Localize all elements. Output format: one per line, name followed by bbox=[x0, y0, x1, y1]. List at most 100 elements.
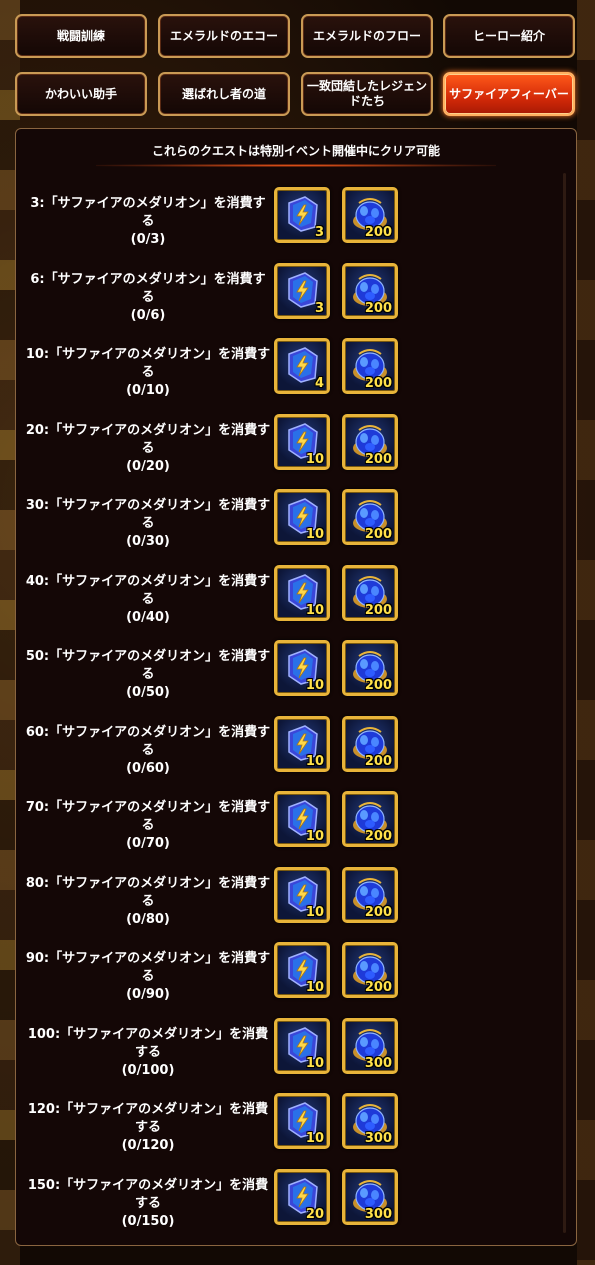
quest-description: 10:「サファイアのメダリオン」を消費する (0/10) bbox=[24, 346, 272, 400]
reward-medallion[interactable]: 10 bbox=[274, 715, 330, 772]
quest-title: 80:「サファイアのメダリオン」を消費する bbox=[25, 875, 271, 909]
reward-gem-pile[interactable]: 200 bbox=[342, 791, 398, 847]
reward-gem-pile[interactable]: 200 bbox=[342, 262, 398, 319]
reward-gem-pile[interactable]: 300 bbox=[342, 1168, 398, 1225]
reward-gem-pile[interactable]: 200 bbox=[342, 413, 398, 470]
reward-count: 200 bbox=[364, 753, 392, 769]
quest-progress: (0/80) bbox=[126, 911, 170, 927]
quest-progress: (0/20) bbox=[126, 458, 170, 474]
scrollbar[interactable] bbox=[563, 173, 566, 1233]
reward-medallion[interactable]: 10 bbox=[274, 942, 330, 998]
reward-count: 200 bbox=[364, 678, 392, 693]
reward-count: 200 bbox=[364, 602, 392, 618]
reward-gem-pile[interactable]: 300 bbox=[342, 1017, 398, 1074]
reward-count: 10 bbox=[305, 678, 324, 693]
reward-gem-pile[interactable]: 200 bbox=[342, 866, 398, 923]
quest-title: 90:「サファイアのメダリオン」を消費する bbox=[25, 951, 271, 984]
header-divider bbox=[96, 164, 496, 167]
tab-hero-intro[interactable]: ヒーロー紹介 bbox=[443, 14, 575, 58]
reward-medallion[interactable]: 10 bbox=[274, 866, 330, 923]
quest-row: 40:「サファイアのメダリオン」を消費する (0/40) 10 200 bbox=[16, 561, 556, 625]
reward-count: 200 bbox=[364, 300, 392, 316]
tab-emerald-echo[interactable]: エメラルドのエコー bbox=[158, 14, 290, 58]
tab-cute-assistant[interactable]: かわいい助手 bbox=[15, 72, 147, 116]
reward-count: 10 bbox=[305, 1055, 324, 1071]
reward-count: 3 bbox=[314, 225, 324, 240]
reward-gem-pile[interactable]: 200 bbox=[342, 640, 398, 696]
reward-count: 300 bbox=[364, 1055, 392, 1071]
quest-description: 70:「サファイアのメダリオン」を消費する (0/70) bbox=[24, 799, 272, 853]
tab-sapphire-fever[interactable]: サファイアフィーバー bbox=[443, 72, 575, 116]
tab-battle-training[interactable]: 戦闘訓練 bbox=[15, 14, 147, 58]
quest-row: 20:「サファイアのメダリオン」を消費する (0/20) 10 200 bbox=[16, 410, 556, 474]
quest-description: 80:「サファイアのメダリオン」を消費する (0/80) bbox=[24, 875, 272, 929]
reward-medallion[interactable]: 4 bbox=[274, 338, 330, 394]
quest-progress: (0/90) bbox=[126, 987, 170, 1002]
reward-count: 200 bbox=[364, 904, 392, 920]
tab-emerald-flow[interactable]: エメラルドのフロー bbox=[301, 14, 433, 58]
quest-row: 80:「サファイアのメダリオン」を消費する (0/80) 10 200 bbox=[16, 863, 556, 927]
reward-count: 200 bbox=[364, 527, 392, 542]
quest-progress: (0/50) bbox=[126, 685, 170, 700]
reward-gem-pile[interactable]: 200 bbox=[342, 187, 398, 243]
reward-count: 200 bbox=[364, 376, 392, 391]
reward-count: 200 bbox=[364, 829, 392, 844]
tab-chosen-path[interactable]: 選ばれし者の道 bbox=[158, 72, 290, 116]
quest-progress: (0/60) bbox=[126, 760, 170, 776]
reward-gem-pile[interactable]: 200 bbox=[342, 715, 398, 772]
quest-row: 150:「サファイアのメダリオン」を消費する (0/150) 20 300 bbox=[16, 1165, 556, 1229]
tab-label: サファイアフィーバー bbox=[449, 86, 569, 101]
reward-gem-pile[interactable]: 300 bbox=[342, 1093, 398, 1149]
quest-title: 100:「サファイアのメダリオン」を消費する bbox=[27, 1026, 269, 1060]
reward-count: 3 bbox=[314, 300, 324, 316]
quest-description: 90:「サファイアのメダリオン」を消費する (0/90) bbox=[24, 950, 272, 1004]
quest-title: 50:「サファイアのメダリオン」を消費する bbox=[25, 649, 271, 682]
reward-gem-pile[interactable]: 200 bbox=[342, 942, 398, 998]
background-decoration-right bbox=[577, 0, 595, 1265]
reward-medallion[interactable]: 10 bbox=[274, 1093, 330, 1149]
reward-gem-pile[interactable]: 200 bbox=[342, 338, 398, 394]
reward-count: 10 bbox=[305, 753, 324, 769]
reward-medallion[interactable]: 3 bbox=[274, 262, 330, 319]
reward-count: 10 bbox=[305, 980, 324, 995]
quest-row: 100:「サファイアのメダリオン」を消費する (0/100) 10 300 bbox=[16, 1014, 556, 1078]
reward-medallion[interactable]: 10 bbox=[274, 564, 330, 621]
reward-count: 10 bbox=[305, 602, 324, 618]
reward-count: 10 bbox=[305, 1131, 324, 1146]
quest-title: 30:「サファイアのメダリオン」を消費する bbox=[25, 498, 271, 531]
quest-description: 30:「サファイアのメダリオン」を消費する (0/30) bbox=[24, 497, 272, 551]
quest-progress: (0/30) bbox=[126, 534, 170, 549]
reward-medallion[interactable]: 10 bbox=[274, 413, 330, 470]
quest-progress: (0/40) bbox=[126, 609, 170, 625]
quest-title: 20:「サファイアのメダリオン」を消費する bbox=[25, 422, 271, 456]
reward-medallion[interactable]: 20 bbox=[274, 1168, 330, 1225]
quest-progress: (0/70) bbox=[126, 836, 170, 851]
reward-count: 10 bbox=[305, 829, 324, 844]
quest-title: 10:「サファイアのメダリオン」を消費する bbox=[25, 347, 271, 380]
reward-medallion[interactable]: 3 bbox=[274, 187, 330, 243]
reward-gem-pile[interactable]: 200 bbox=[342, 489, 398, 545]
quest-row: 50:「サファイアのメダリオン」を消費する (0/50) 10 200 bbox=[16, 636, 556, 700]
tab-label: かわいい助手 bbox=[44, 86, 117, 101]
quest-progress: (0/10) bbox=[126, 383, 170, 398]
quest-title: 6:「サファイアのメダリオン」を消費する bbox=[30, 271, 266, 305]
quest-description: 50:「サファイアのメダリオン」を消費する (0/50) bbox=[24, 648, 272, 702]
reward-count: 200 bbox=[364, 980, 392, 995]
reward-count: 10 bbox=[305, 451, 324, 467]
reward-medallion[interactable]: 10 bbox=[274, 791, 330, 847]
quest-description: 20:「サファイアのメダリオン」を消費する (0/20) bbox=[24, 422, 272, 476]
quest-row: 60:「サファイアのメダリオン」を消費する (0/60) 10 200 bbox=[16, 712, 556, 776]
reward-count: 200 bbox=[364, 451, 392, 467]
tab-united-legends[interactable]: 一致団結したレジェンドたち bbox=[301, 72, 433, 116]
reward-count: 10 bbox=[305, 904, 324, 920]
reward-medallion[interactable]: 10 bbox=[274, 1017, 330, 1074]
quest-title: 120:「サファイアのメダリオン」を消費する bbox=[27, 1102, 269, 1135]
reward-gem-pile[interactable]: 200 bbox=[342, 564, 398, 621]
reward-medallion[interactable]: 10 bbox=[274, 489, 330, 545]
quest-row: 30:「サファイアのメダリオン」を消費する (0/30) 10 200 bbox=[16, 485, 556, 549]
quest-progress: (0/100) bbox=[121, 1062, 175, 1078]
reward-count: 20 bbox=[305, 1206, 324, 1222]
reward-medallion[interactable]: 10 bbox=[274, 640, 330, 696]
quest-description: 6:「サファイアのメダリオン」を消費する (0/6) bbox=[24, 271, 272, 325]
quest-description: 100:「サファイアのメダリオン」を消費する (0/100) bbox=[24, 1026, 272, 1080]
